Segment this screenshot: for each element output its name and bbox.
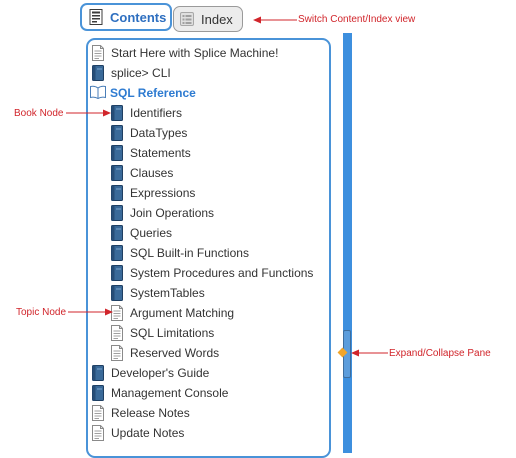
toc-item-label: System Procedures and Functions	[130, 266, 314, 280]
annotation-arrow-switch-view	[253, 16, 297, 24]
toc-book-node[interactable]: SQL Built-in Functions	[110, 244, 249, 262]
toc-item-label: Clauses	[130, 166, 174, 180]
list-icon	[180, 12, 194, 26]
toc-topic-node[interactable]: Update Notes	[91, 424, 184, 442]
toc-book-node-expanded[interactable]: SQL Reference	[90, 84, 196, 102]
toc-topic-node[interactable]: Release Notes	[91, 404, 190, 422]
page-icon	[110, 345, 124, 361]
toc-book-node[interactable]: Clauses	[110, 164, 173, 182]
tab-contents[interactable]: Contents	[80, 3, 172, 31]
toc-book-node[interactable]: Identifiers	[110, 104, 182, 122]
toc-book-node[interactable]: splice> CLI	[91, 64, 171, 82]
annotation-expand-collapse: Expand/Collapse Pane	[389, 348, 491, 359]
toc-item-label: Management Console	[111, 386, 229, 400]
page-icon	[110, 325, 124, 341]
tab-index-label: Index	[201, 11, 233, 27]
toc-topic-node[interactable]: Start Here with Splice Machine!	[91, 44, 278, 62]
toc-item-label: Identifiers	[130, 106, 183, 120]
toc-item-label: SQL Limitations	[130, 326, 215, 340]
toc-book-node[interactable]: Developer's Guide	[91, 364, 209, 382]
toc-book-node[interactable]: Management Console	[91, 384, 228, 402]
book-icon	[91, 365, 105, 381]
book-icon	[91, 65, 105, 81]
tab-contents-label: Contents	[110, 9, 167, 25]
toc-book-node[interactable]: System Procedures and Functions	[110, 264, 313, 282]
book-icon	[91, 385, 105, 401]
book-icon	[110, 105, 124, 121]
tab-index[interactable]: Index	[173, 6, 243, 32]
book-icon	[110, 185, 124, 201]
toc-book-node[interactable]: Expressions	[110, 184, 195, 202]
book-icon	[110, 265, 124, 281]
toc-book-node[interactable]: Statements	[110, 144, 191, 162]
annotation-arrow-book-node	[66, 109, 111, 117]
book-icon	[110, 165, 124, 181]
document-icon	[89, 9, 103, 25]
annotation-book-node: Book Node	[14, 108, 64, 119]
toc-book-node[interactable]: DataTypes	[110, 124, 187, 142]
toc-item-label: Reserved Words	[130, 346, 220, 360]
annotation-arrow-topic-node	[68, 308, 113, 316]
book-icon	[110, 225, 124, 241]
toc-topic-node[interactable]: SQL Limitations	[110, 324, 214, 342]
book-icon	[110, 145, 124, 161]
toc-item-label: SQL Built-in Functions	[130, 246, 249, 260]
toc-book-node[interactable]: Queries	[110, 224, 172, 242]
annotation-topic-node: Topic Node	[16, 307, 67, 318]
toc-item-label: Start Here with Splice Machine!	[111, 46, 279, 60]
toc-item-label: Release Notes	[111, 406, 190, 420]
book-icon	[110, 285, 124, 301]
page-icon	[91, 405, 105, 421]
page-icon	[91, 425, 105, 441]
page-icon	[91, 45, 105, 61]
toc-book-node[interactable]: SystemTables	[110, 284, 205, 302]
toc-item-label: DataTypes	[130, 126, 188, 140]
book-icon	[110, 245, 124, 261]
pane-scrollbar[interactable]	[343, 33, 352, 453]
toc-item-label: Statements	[130, 146, 191, 160]
toc-item-label: Update Notes	[111, 426, 185, 440]
annotation-switch-view: Switch Content/Index view	[298, 14, 416, 25]
toc-item-label: Join Operations	[130, 206, 215, 220]
toc-item-label: Developer's Guide	[111, 366, 210, 380]
book-icon	[110, 205, 124, 221]
toc-item-label: SystemTables	[130, 286, 205, 300]
toc-item-label: SQL Reference	[110, 86, 196, 100]
toc-panel: Start Here with Splice Machine! splice> C…	[86, 38, 331, 458]
toc-item-label: Expressions	[130, 186, 196, 200]
toc-topic-node[interactable]: Reserved Words	[110, 344, 219, 362]
toc-item-label: splice> CLI	[111, 66, 171, 80]
annotation-arrow-expand-collapse	[351, 349, 388, 357]
toc-item-label: Queries	[130, 226, 173, 240]
toc-book-node[interactable]: Join Operations	[110, 204, 214, 222]
book-icon	[110, 125, 124, 141]
open-book-icon	[90, 85, 106, 101]
toc-item-label: Argument Matching	[130, 306, 235, 320]
toc-topic-node[interactable]: Argument Matching	[110, 304, 234, 322]
